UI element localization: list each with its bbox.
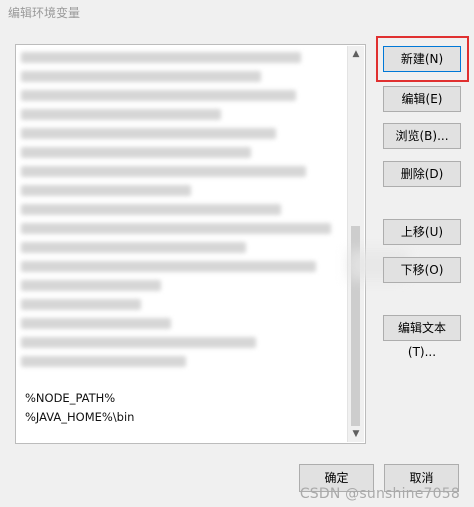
list-item-redacted[interactable] (17, 314, 337, 333)
scroll-up-arrow-icon[interactable]: ▲ (348, 46, 364, 62)
new-button[interactable]: 新建(N) (383, 46, 461, 72)
list-item-redacted[interactable] (17, 257, 337, 276)
list-item-redacted[interactable] (17, 48, 337, 67)
move-up-button[interactable]: 上移(U) (383, 219, 461, 245)
list-item-redacted[interactable] (17, 238, 337, 257)
vertical-scrollbar[interactable]: ▲ ▼ (347, 46, 364, 442)
window-title: 编辑环境变量 (8, 6, 81, 20)
edit-text-button[interactable]: 编辑文本(T)... (383, 315, 461, 359)
delete-button[interactable]: 删除(D) (383, 161, 461, 187)
list-item-redacted[interactable] (17, 295, 337, 314)
list-item[interactable]: %NODE_PATH% (17, 389, 337, 408)
list-item-redacted[interactable] (17, 67, 337, 86)
list-item[interactable]: %JAVA_HOME%\bin (17, 408, 337, 427)
path-list[interactable]: %NODE_PATH% %JAVA_HOME%\bin ▲ ▼ (15, 44, 366, 444)
list-item-redacted[interactable] (17, 86, 337, 105)
browse-button[interactable]: 浏览(B)... (383, 123, 461, 149)
list-item-redacted[interactable] (17, 352, 337, 371)
scroll-down-arrow-icon[interactable]: ▼ (348, 426, 364, 442)
list-item-redacted[interactable] (17, 143, 337, 162)
list-item-redacted[interactable] (17, 276, 337, 295)
edit-button[interactable]: 编辑(E) (383, 86, 461, 112)
watermark: CSDN @sunshine7058 (299, 486, 460, 502)
list-item-label: %NODE_PATH% (25, 391, 116, 405)
list-item-redacted[interactable] (17, 124, 337, 143)
list-item-redacted[interactable] (17, 219, 337, 238)
list-item-redacted[interactable] (17, 333, 337, 352)
path-list-rows: %NODE_PATH% %JAVA_HOME%\bin (17, 46, 348, 442)
list-item-redacted[interactable] (17, 162, 337, 181)
list-item-redacted[interactable] (17, 200, 337, 219)
list-item-label: %JAVA_HOME%\bin (25, 410, 135, 424)
list-item-redacted[interactable] (17, 181, 337, 200)
move-down-button[interactable]: 下移(O) (383, 257, 461, 283)
list-item-redacted[interactable] (17, 105, 337, 124)
